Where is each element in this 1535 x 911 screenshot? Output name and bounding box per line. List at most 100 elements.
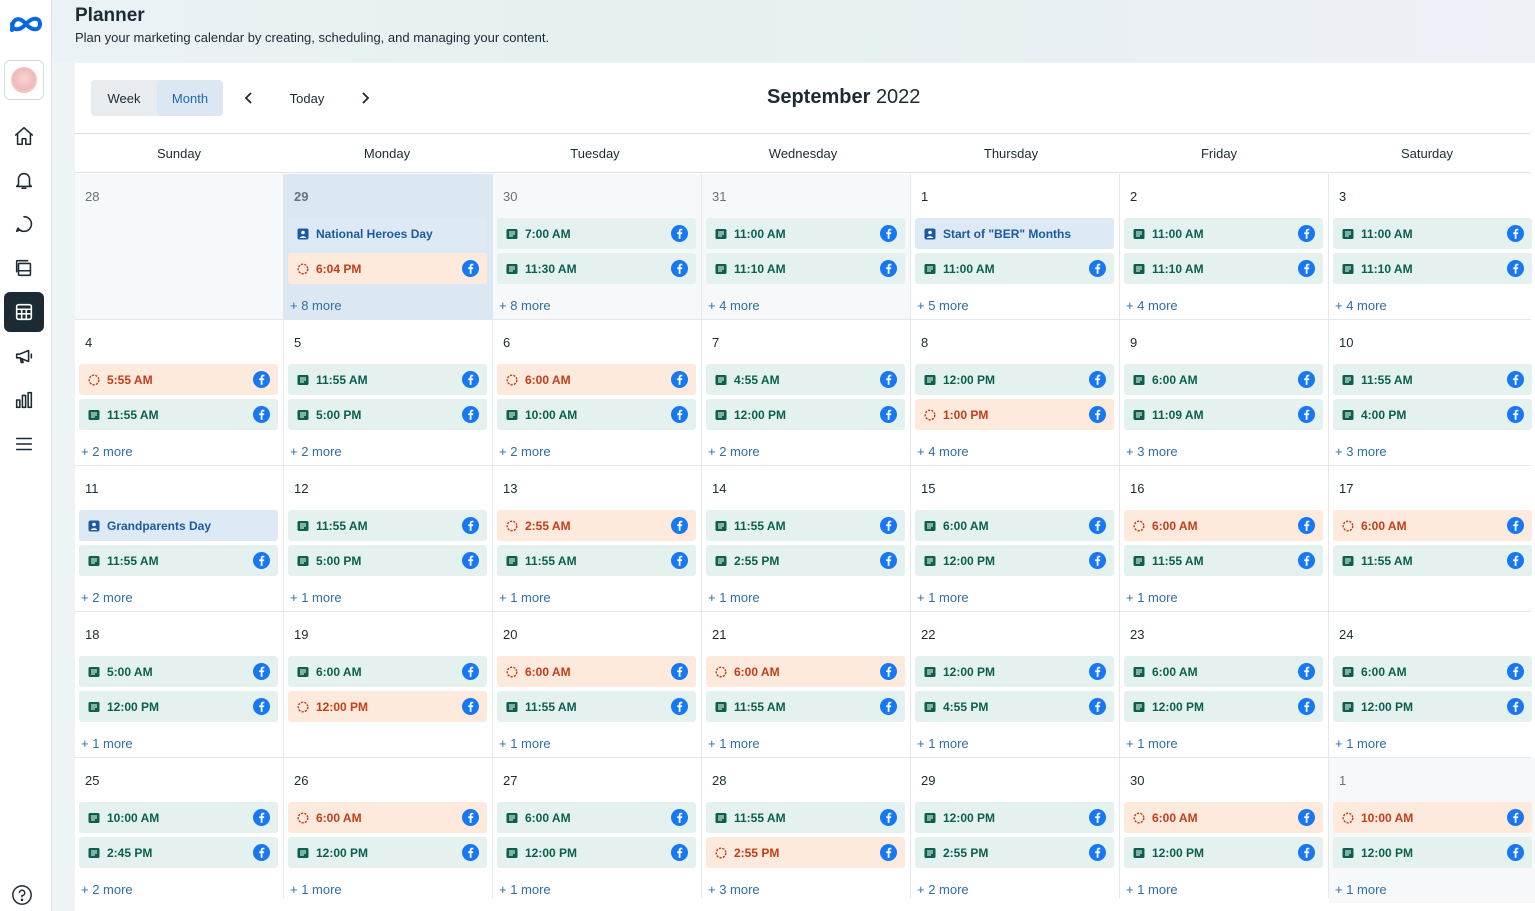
scheduled-post-event[interactable]: 11:09 AM <box>1124 399 1323 430</box>
scheduled-post-event[interactable]: 11:55 AM <box>288 364 487 395</box>
scheduled-post-event[interactable]: 11:55 AM <box>1333 364 1532 395</box>
more-events-link[interactable]: + 2 more <box>81 590 133 605</box>
scheduled-post-event[interactable]: 6:00 AM <box>1124 364 1323 395</box>
scheduled-post-event[interactable]: 11:00 AM <box>1333 218 1532 249</box>
draft-post-event[interactable]: 6:00 AM <box>1124 802 1323 833</box>
day-cell[interactable]: 30 6:00 AM 12:00 PM + 1 more <box>1120 758 1328 903</box>
draft-post-event[interactable]: 1:00 PM <box>915 399 1114 430</box>
help-icon[interactable] <box>11 884 33 906</box>
more-events-link[interactable]: + 3 more <box>1126 444 1178 459</box>
scheduled-post-event[interactable]: 11:10 AM <box>706 253 905 284</box>
more-events-link[interactable]: + 3 more <box>1335 444 1387 459</box>
scheduled-post-event[interactable]: 11:55 AM <box>706 510 905 541</box>
day-cell[interactable]: 15 6:00 AM 12:00 PM + 1 more <box>911 466 1119 611</box>
day-cell[interactable]: 29 National Heroes Day 6:04 PM + 8 more <box>284 174 492 319</box>
more-events-link[interactable]: + 8 more <box>290 298 342 313</box>
megaphone-icon[interactable] <box>4 336 44 376</box>
scheduled-post-event[interactable]: 11:55 AM <box>1333 545 1532 576</box>
page-avatar[interactable] <box>4 60 44 100</box>
more-events-link[interactable]: + 3 more <box>708 882 760 897</box>
more-events-link[interactable]: + 1 more <box>290 882 342 897</box>
scheduled-post-event[interactable]: 11:55 AM <box>1124 545 1323 576</box>
day-cell[interactable]: 3 11:00 AM 11:10 AM + 4 more <box>1329 174 1535 319</box>
more-events-link[interactable]: + 4 more <box>1126 298 1178 313</box>
scheduled-post-event[interactable]: 2:45 PM <box>79 837 278 868</box>
day-cell[interactable]: 23 6:00 AM 12:00 PM + 1 more <box>1120 612 1328 757</box>
more-events-link[interactable]: + 1 more <box>1126 882 1178 897</box>
day-cell[interactable]: 28 <box>75 174 283 319</box>
scheduled-post-event[interactable]: 12:00 PM <box>1124 691 1323 722</box>
scheduled-post-event[interactable]: 11:55 AM <box>79 399 278 430</box>
day-cell[interactable]: 14 11:55 AM 2:55 PM + 1 more <box>702 466 910 611</box>
month-view-button[interactable]: Month <box>157 80 223 116</box>
home-icon[interactable] <box>4 116 44 156</box>
scheduled-post-event[interactable]: 11:00 AM <box>706 218 905 249</box>
scheduled-post-event[interactable]: 6:00 AM <box>1124 656 1323 687</box>
day-cell[interactable]: 9 6:00 AM 11:09 AM + 3 more <box>1120 320 1328 465</box>
more-events-link[interactable]: + 2 more <box>81 444 133 459</box>
more-events-link[interactable]: + 2 more <box>81 882 133 897</box>
scheduled-post-event[interactable]: 11:00 AM <box>1124 218 1323 249</box>
day-cell[interactable]: 19 6:00 AM 12:00 PM <box>284 612 492 757</box>
week-view-button[interactable]: Week <box>91 80 157 116</box>
day-cell[interactable]: 13 2:55 AM 11:55 AM + 1 more <box>493 466 701 611</box>
more-events-link[interactable]: + 8 more <box>499 298 551 313</box>
draft-post-event[interactable]: 2:55 AM <box>497 510 696 541</box>
chat-icon[interactable] <box>4 204 44 244</box>
insights-icon[interactable] <box>4 380 44 420</box>
more-events-link[interactable]: + 1 more <box>499 590 551 605</box>
more-events-link[interactable]: + 1 more <box>1126 590 1178 605</box>
draft-post-event[interactable]: 6:00 AM <box>1124 510 1323 541</box>
scheduled-post-event[interactable]: 10:00 AM <box>497 399 696 430</box>
day-cell[interactable]: 4 5:55 AM 11:55 AM + 2 more <box>75 320 283 465</box>
draft-post-event[interactable]: 6:04 PM <box>288 253 487 284</box>
scheduled-post-event[interactable]: 7:00 AM <box>497 218 696 249</box>
scheduled-post-event[interactable]: 12:00 PM <box>288 837 487 868</box>
scheduled-post-event[interactable]: 12:00 PM <box>915 364 1114 395</box>
draft-post-event[interactable]: 6:00 AM <box>497 364 696 395</box>
day-cell[interactable]: 30 7:00 AM 11:30 AM + 8 more <box>493 174 701 319</box>
scheduled-post-event[interactable]: 11:00 AM <box>915 253 1114 284</box>
day-cell[interactable]: 22 12:00 PM 4:55 PM + 1 more <box>911 612 1119 757</box>
more-events-link[interactable]: + 1 more <box>708 590 760 605</box>
more-events-link[interactable]: + 1 more <box>1335 736 1387 751</box>
scheduled-post-event[interactable]: 4:55 AM <box>706 364 905 395</box>
day-cell[interactable]: 7 4:55 AM 12:00 PM + 2 more <box>702 320 910 465</box>
scheduled-post-event[interactable]: 6:00 AM <box>1333 656 1532 687</box>
more-events-link[interactable]: + 1 more <box>499 882 551 897</box>
more-events-link[interactable]: + 1 more <box>290 590 342 605</box>
day-cell[interactable]: 1 Start of "BER" Months 11:00 AM + 5 more <box>911 174 1119 319</box>
scheduled-post-event[interactable]: 6:00 AM <box>497 802 696 833</box>
day-cell[interactable]: 27 6:00 AM 12:00 PM + 1 more <box>493 758 701 903</box>
more-events-link[interactable]: + 1 more <box>499 736 551 751</box>
holiday-event[interactable]: Grandparents Day <box>79 510 278 541</box>
more-events-link[interactable]: + 2 more <box>290 444 342 459</box>
scheduled-post-event[interactable]: 6:00 AM <box>915 510 1114 541</box>
menu-icon[interactable] <box>4 424 44 464</box>
day-cell[interactable]: 11 Grandparents Day 11:55 AM + 2 more <box>75 466 283 611</box>
scheduled-post-event[interactable]: 12:00 PM <box>79 691 278 722</box>
scheduled-post-event[interactable]: 11:55 AM <box>79 545 278 576</box>
day-cell[interactable]: 28 11:55 AM 2:55 PM + 3 more <box>702 758 910 903</box>
more-events-link[interactable]: + 1 more <box>81 736 133 751</box>
draft-post-event[interactable]: 5:55 AM <box>79 364 278 395</box>
scheduled-post-event[interactable]: 12:00 PM <box>915 545 1114 576</box>
today-button[interactable]: Today <box>275 80 339 116</box>
scheduled-post-event[interactable]: 12:00 PM <box>1333 837 1532 868</box>
day-cell[interactable]: 18 5:00 AM 12:00 PM + 1 more <box>75 612 283 757</box>
draft-post-event[interactable]: 6:00 AM <box>497 656 696 687</box>
more-events-link[interactable]: + 4 more <box>1335 298 1387 313</box>
scheduled-post-event[interactable]: 4:00 PM <box>1333 399 1532 430</box>
scheduled-post-event[interactable]: 12:00 PM <box>915 802 1114 833</box>
day-cell[interactable]: 20 6:00 AM 11:55 AM + 1 more <box>493 612 701 757</box>
more-events-link[interactable]: + 2 more <box>917 882 969 897</box>
scheduled-post-event[interactable]: 11:10 AM <box>1124 253 1323 284</box>
day-cell[interactable]: 29 12:00 PM 2:55 PM + 2 more <box>911 758 1119 903</box>
scheduled-post-event[interactable]: 12:00 PM <box>915 656 1114 687</box>
draft-post-event[interactable]: 6:00 AM <box>1333 510 1532 541</box>
more-events-link[interactable]: + 1 more <box>917 736 969 751</box>
day-cell[interactable]: 31 11:00 AM 11:10 AM + 4 more <box>702 174 910 319</box>
content-icon[interactable] <box>4 248 44 288</box>
scheduled-post-event[interactable]: 2:55 PM <box>706 545 905 576</box>
more-events-link[interactable]: + 1 more <box>1126 736 1178 751</box>
